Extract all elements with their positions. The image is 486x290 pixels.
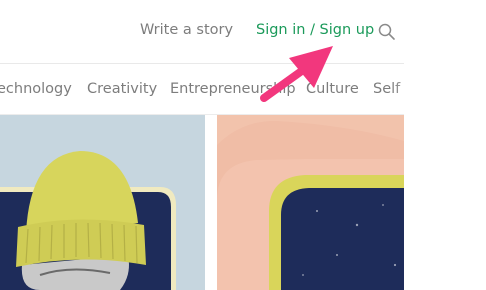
beanie-illustration (0, 115, 205, 290)
story-card-image-right[interactable] (217, 115, 404, 290)
nav-item-creativity[interactable]: Creativity (87, 81, 157, 97)
nav-item-entrepreneurship[interactable]: Entrepreneurship (170, 81, 296, 97)
story-card-image-left[interactable] (0, 115, 205, 290)
search-button[interactable] (377, 22, 397, 42)
nav-fade (392, 64, 486, 114)
frame-illustration (217, 115, 404, 290)
page: Write a story Sign in / Sign up echnolog… (0, 0, 486, 290)
write-story-link[interactable]: Write a story (140, 22, 233, 38)
top-header: Write a story Sign in / Sign up (0, 0, 486, 62)
sign-in-sign-up-link[interactable]: Sign in / Sign up (256, 22, 374, 38)
nav-item-technology[interactable]: echnology (0, 81, 72, 97)
nav-item-culture[interactable]: Culture (306, 81, 359, 97)
search-icon (378, 23, 395, 40)
